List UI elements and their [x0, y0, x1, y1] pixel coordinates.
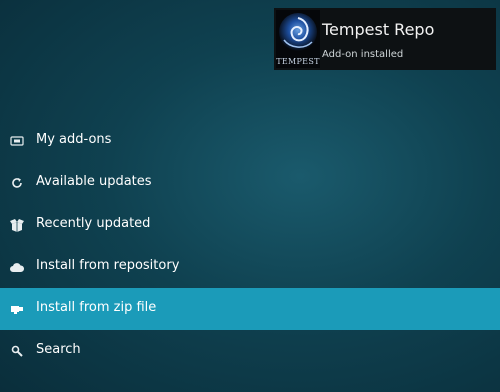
addon-installed-notification: TEMPEST Tempest Repo Add-on installed	[274, 8, 496, 70]
cloud-icon	[10, 260, 24, 274]
menu-item-install-from-repository[interactable]: Install from repository	[0, 246, 500, 288]
search-icon	[10, 344, 24, 358]
tempest-logo-thumbnail: TEMPEST	[276, 10, 320, 68]
tempest-logo-text: TEMPEST	[276, 57, 320, 66]
menu-item-recently-updated[interactable]: Recently updated	[0, 204, 500, 246]
menu-item-available-updates[interactable]: Available updates	[0, 162, 500, 204]
menu-item-label: Install from repository	[36, 258, 180, 273]
menu-item-label: Recently updated	[36, 216, 151, 231]
menu-item-install-from-zip[interactable]: Install from zip file	[0, 288, 500, 330]
notification-title: Tempest Repo	[322, 20, 435, 39]
menu-item-label: Search	[36, 342, 81, 357]
menu-item-search[interactable]: Search	[0, 330, 500, 372]
menu-item-my-addons[interactable]: My add-ons	[0, 120, 500, 162]
tempest-logo-icon	[279, 13, 317, 51]
addon-browser-menu: My add-ons Available updates Recently up…	[0, 120, 500, 372]
menu-item-label: My add-ons	[36, 132, 112, 147]
addons-box-icon	[10, 134, 24, 148]
open-box-icon	[10, 218, 24, 232]
zip-icon	[10, 302, 24, 316]
menu-item-label: Available updates	[36, 174, 152, 189]
menu-item-label: Install from zip file	[36, 300, 157, 315]
refresh-icon	[10, 176, 24, 190]
notification-subtitle: Add-on installed	[322, 49, 404, 60]
